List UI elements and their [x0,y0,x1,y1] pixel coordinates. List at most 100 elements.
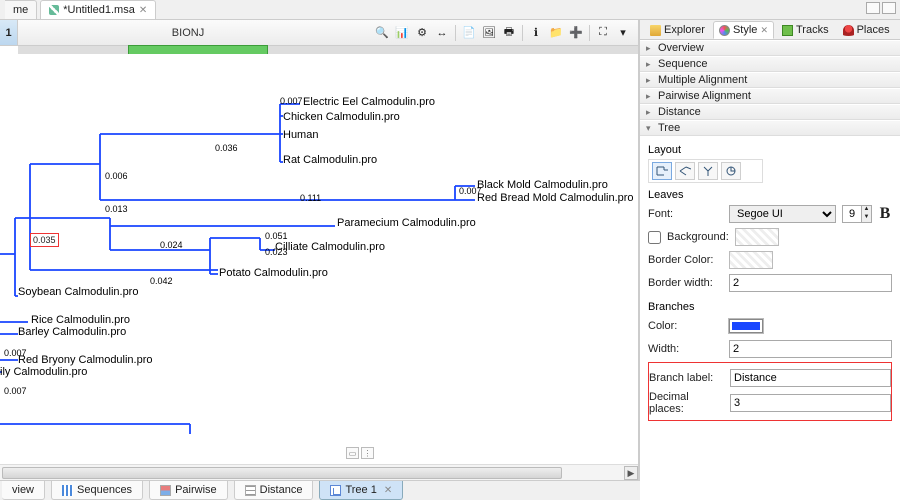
tab-label: Sequences [77,484,132,496]
panel-minimize-icon[interactable]: ▭ [346,447,359,459]
section-title: Pairwise Alignment [658,90,751,102]
scrollbar-thumb[interactable] [2,467,562,479]
tree-leaf-label[interactable]: Paramecium Calmodulin.pro [337,217,476,229]
menu-icon[interactable]: ▾ [614,24,632,42]
tree-leaf-label[interactable]: Red Bread Mold Calmodulin.pro [477,192,634,204]
view-tab-tree-1[interactable]: Tree 1 ✕ [319,481,403,500]
view-tab-distance[interactable]: Distance [234,481,314,500]
expand-icon[interactable]: ⛶ [594,24,612,42]
scroll-right-icon[interactable]: ▶ [624,466,638,480]
document-tab-active[interactable]: *Untitled1.msa ✕ [40,0,156,19]
tree-leaf-label[interactable]: Potato Calmodulin.pro [219,267,328,279]
font-size-input[interactable] [843,206,861,222]
tree-leaf-label[interactable]: Black Mold Calmodulin.pro [477,179,608,191]
background-swatch[interactable] [735,228,779,246]
panel-menu-icon[interactable]: ⋮ [361,447,374,459]
branches-section-title: Branches [648,301,892,313]
tree-leaf-label[interactable]: ily Calmodulin.pro [0,366,87,378]
view-tab-pairwise[interactable]: Pairwise [149,481,228,500]
gear-icon[interactable]: ⚙ [413,24,431,42]
bold-toggle[interactable]: B [878,205,892,223]
branch-width-input[interactable] [729,340,892,358]
canvas-toolbar: 🔍📊⚙↔ 📄🖼🖶 ℹ📁➕ ⛶▾ [373,24,638,42]
distance-icon [245,485,256,496]
accordion-tree[interactable]: ▾Tree [640,120,900,136]
branch-distance-label: 0.007 [280,96,303,106]
new-icon[interactable]: 📄 [460,24,478,42]
selected-distance-label[interactable]: 0.035 [30,233,59,247]
view-tab-sequences[interactable]: Sequences [51,481,143,500]
add-icon[interactable]: ➕ [567,24,585,42]
properties-tab-tracks[interactable]: Tracks [776,21,835,39]
font-label: Font: [648,208,723,220]
chevron-right-icon: ▸ [646,91,654,102]
chevron-right-icon: ▸ [646,75,654,86]
layout-slanted-button[interactable] [675,162,695,180]
border-width-input[interactable] [729,274,892,292]
font-select[interactable]: Segoe UI [729,205,836,223]
histogram-icon[interactable]: 📊 [393,24,411,42]
tree-leaf-label[interactable]: Soybean Calmodulin.pro [18,286,138,298]
tree-leaf-label[interactable]: Red Bryony Calmodulin.pro [18,354,153,366]
branch-distance-label: 0.036 [215,143,238,153]
accordion-pairwise-alignment[interactable]: ▸ Pairwise Alignment [640,88,900,104]
border-color-label: Border Color: [648,254,723,266]
tree-leaf-label[interactable]: Electric Eel Calmodulin.pro [303,96,435,108]
range-bar[interactable] [18,46,638,54]
branch-distance-label: 0.024 [160,240,183,250]
background-checkbox[interactable] [648,231,661,244]
style-icon [719,25,730,36]
branch-distance-label: 0.007 [4,386,27,396]
branch-distance-label: 0.013 [105,204,128,214]
layout-circular-button[interactable] [721,162,741,180]
info-icon[interactable]: ℹ [527,24,545,42]
tree 1-icon [330,485,341,496]
tree-style-panel: Layout Leaves Font: Segoe UI ▲▼ B Backgr… [640,136,900,429]
tree-leaf-label[interactable]: Rat Calmodulin.pro [283,154,377,166]
tree-leaf-label[interactable]: Rice Calmodulin.pro [31,314,130,326]
border-color-swatch[interactable] [729,251,773,269]
close-icon[interactable]: ✕ [760,25,768,36]
horizontal-scrollbar[interactable]: ▶ [0,464,638,480]
tab-label: Tree 1 [345,484,376,496]
swap-icon[interactable]: ↔ [433,24,451,42]
tab-label: Pairwise [175,484,217,496]
view-tab-view[interactable]: view [2,481,45,500]
pairwise-icon [160,485,171,496]
maximize-icon[interactable] [882,2,896,14]
zoom-icon[interactable]: 🔍 [373,24,391,42]
image-icon[interactable]: 🖼 [480,24,498,42]
leaves-section-title: Leaves [648,189,892,201]
accordion-distance[interactable]: ▸Distance [640,104,900,120]
tree-leaf-label[interactable]: Barley Calmodulin.pro [18,326,126,338]
properties-tab-places[interactable]: Places [837,21,896,39]
branch-distance-label: 0.006 [105,171,128,181]
properties-tab-explorer[interactable]: Explorer [644,21,711,39]
phylogenetic-tree-canvas[interactable]: 0.035 Electric Eel Calmodulin.pro Chicken… [0,54,638,464]
print-icon[interactable]: 🖶 [500,24,518,42]
close-icon[interactable]: ✕ [139,5,147,16]
minimize-icon[interactable] [866,2,880,14]
layout-rect-button[interactable] [652,162,672,180]
file-icon[interactable]: 📁 [547,24,565,42]
tree-leaf-label[interactable]: Chicken Calmodulin.pro [283,111,400,123]
font-size-stepper[interactable]: ▲▼ [842,205,872,223]
tab-label: view [12,484,34,496]
accordion-overview[interactable]: ▸Overview [640,40,900,56]
dna-icon [49,5,59,15]
accordion-sequence[interactable]: ▸Sequence [640,56,900,72]
tree-leaf-label[interactable]: Human [283,129,318,141]
row-label: 1 [0,20,18,45]
properties-tab-strip: ExplorerStyle✕TracksPlaces [640,20,900,40]
branch-color-swatch[interactable] [729,319,763,333]
document-tab-partial[interactable]: me [5,0,37,19]
branch-label-input[interactable] [730,369,891,387]
tree-leaf-label[interactable]: Cilliate Calmodulin.pro [275,241,385,253]
close-icon[interactable]: ✕ [384,485,392,496]
properties-tab-style[interactable]: Style✕ [713,21,774,39]
decimal-places-input[interactable] [730,394,891,412]
layout-radial-button[interactable] [698,162,718,180]
accordion-multiple-alignment[interactable]: ▸Multiple Alignment [640,72,900,88]
sequences-icon [62,485,73,496]
places-icon [843,25,854,36]
